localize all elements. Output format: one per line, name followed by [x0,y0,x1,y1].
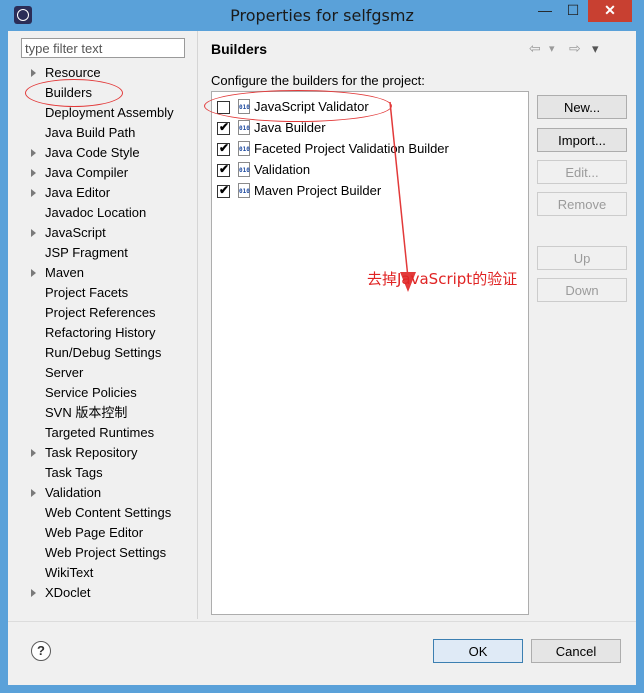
title-bar[interactable]: Properties for selfgsmz — ☐ ✕ [0,0,644,30]
expand-triangle-icon[interactable] [31,229,36,237]
nav-item-label: Project Facets [45,285,129,300]
cancel-button[interactable]: Cancel [531,639,621,663]
builder-checkbox[interactable]: ✔ [217,141,230,156]
checkmark-icon: ✔ [219,162,230,176]
builder-checkbox[interactable]: ✔ [217,162,230,177]
ok-button[interactable]: OK [433,639,523,663]
nav-item-label: Maven [45,265,85,280]
binary-file-icon-text: 010 [239,167,250,174]
builder-label: Java Builder [254,120,326,135]
minimize-button[interactable]: — [531,0,559,22]
binary-file-icon-text: 010 [239,146,250,153]
nav-item-label: Java Code Style [45,145,140,160]
nav-item-label: Service Policies [45,385,137,400]
binary-file-icon-text: 010 [239,125,250,132]
back-arrow-icon[interactable]: ⇦ [529,40,541,57]
filter-input[interactable] [21,38,185,58]
expand-triangle-icon[interactable] [31,269,36,277]
nav-item-label: Java Build Path [45,125,136,140]
javascript-validator-highlight-ellipse [204,90,392,122]
nav-item-label: Task Tags [45,465,103,480]
builder-checkbox[interactable]: ✔ [217,183,230,198]
binary-file-icon: 010 [238,162,250,177]
checkmark-icon: ✔ [219,141,230,155]
nav-item-label: Server [45,365,84,380]
forward-arrow-icon[interactable]: ⇨ [569,40,581,57]
nav-item-label: Refactoring History [45,325,156,340]
nav-item-label: Run/Debug Settings [45,345,162,360]
binary-file-icon: 010 [238,141,250,156]
edit-button[interactable]: Edit... [537,160,627,184]
close-button[interactable]: ✕ [588,0,632,22]
maximize-button[interactable]: ☐ [559,0,587,22]
annotation-arrow [389,101,416,292]
nav-item-label: Targeted Runtimes [45,425,155,440]
help-icon[interactable]: ? [31,641,51,661]
expand-triangle-icon[interactable] [31,169,36,177]
annotation-text: 去掉JavaScript的验证 [367,270,518,288]
nav-item-label: Web Project Settings [45,545,167,560]
page-title: Builders [211,41,268,57]
view-menu-icon[interactable]: ▾ [592,41,599,57]
button-bar-divider [8,621,636,622]
builder-label: Maven Project Builder [254,183,382,198]
nav-item-label: WikiText [45,565,94,580]
nav-item-label: Java Compiler [45,165,129,180]
builder-label: Validation [254,162,311,177]
new-button[interactable]: New... [537,95,627,119]
binary-file-icon: 010 [238,120,250,135]
dialog-body: ResourceBuildersDeployment AssemblyJava … [8,31,636,685]
remove-button[interactable]: Remove [537,192,627,216]
nav-item-label: Javadoc Location [45,205,147,220]
expand-triangle-icon[interactable] [31,69,36,77]
nav-item-label: XDoclet [45,585,91,600]
expand-triangle-icon[interactable] [31,489,36,497]
up-button[interactable]: Up [537,246,627,270]
expand-triangle-icon[interactable] [31,149,36,157]
builders-list[interactable]: 010 JavaScript Validator ✔ 010 Java Builder ✔… [211,91,529,615]
down-button[interactable]: Down [537,278,627,302]
builders-description: Configure the builders for the project: [211,73,425,88]
nav-item-label: Task Repository [45,445,138,460]
import-button[interactable]: Import... [537,128,627,152]
expand-triangle-icon[interactable] [31,189,36,197]
binary-file-icon: 010 [238,183,250,198]
builder-checkbox[interactable]: ✔ [217,120,230,135]
nav-item-label: JSP Fragment [45,245,128,260]
nav-item-label: Web Page Editor [45,525,144,540]
nav-item-label: Project References [45,305,156,320]
expand-triangle-icon[interactable] [31,449,36,457]
binary-file-icon-text: 010 [239,188,250,195]
panel-divider [197,31,198,619]
back-history-dropdown-icon[interactable]: ▾ [549,42,555,55]
builders-highlight-ellipse [25,79,123,107]
nav-item-label: SVN 版本控制 [45,405,128,420]
checkmark-icon: ✔ [219,183,230,197]
nav-item-label: Web Content Settings [45,505,172,520]
nav-item-label: Validation [45,485,102,500]
checkmark-icon: ✔ [219,120,230,134]
nav-item-label: Java Editor [45,185,111,200]
nav-item-label: JavaScript [45,225,106,240]
expand-triangle-icon[interactable] [31,589,36,597]
